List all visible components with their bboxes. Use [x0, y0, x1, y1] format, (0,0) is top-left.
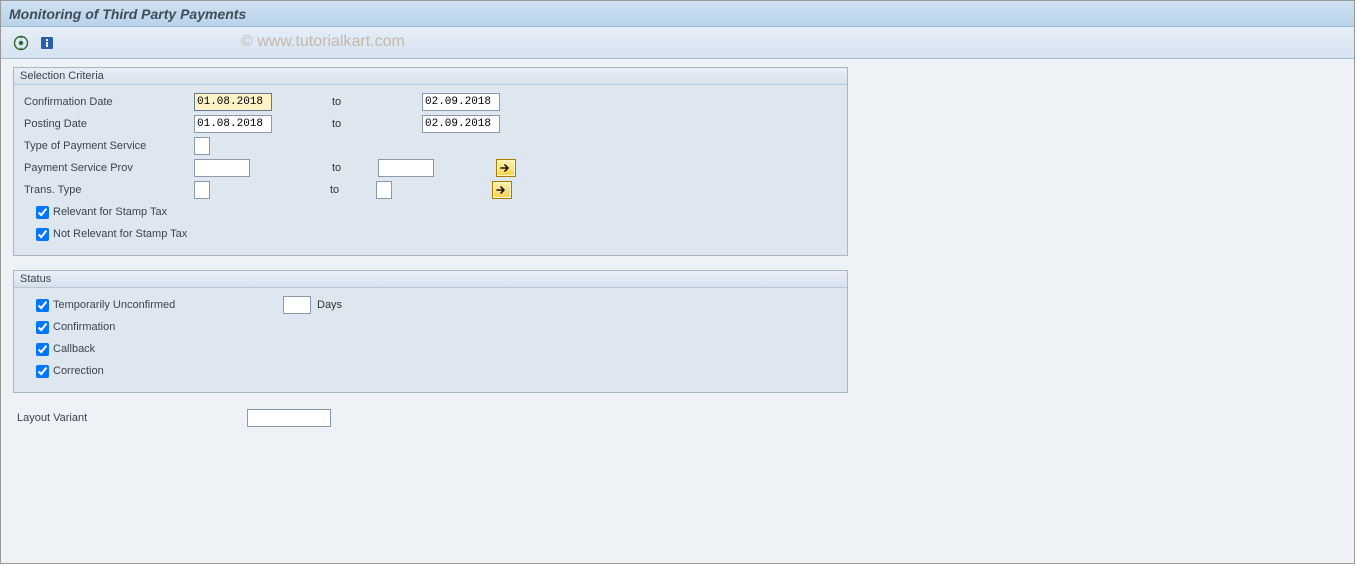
input-confirmation-date-from[interactable]: [194, 93, 272, 111]
input-posting-date-to[interactable]: [422, 115, 500, 133]
label-to-posting: to: [272, 118, 422, 130]
input-payment-service-prov-from[interactable]: [194, 159, 250, 177]
input-trans-type-to[interactable]: [376, 181, 392, 199]
row-payment-service-prov: Payment Service Prov to: [24, 157, 837, 179]
checkbox-correction[interactable]: [36, 365, 49, 378]
label-to-psp: to: [250, 162, 378, 174]
row-posting-date: Posting Date to: [24, 113, 837, 135]
arrow-right-icon: [496, 185, 508, 195]
label-not-relevant-stamp: Not Relevant for Stamp Tax: [53, 228, 187, 240]
input-payment-service-type[interactable]: [194, 137, 210, 155]
label-callback: Callback: [53, 343, 95, 355]
row-temp-unconfirmed: Temporarily Unconfirmed Days: [24, 294, 837, 316]
group-selection-criteria: Selection Criteria Confirmation Date to …: [13, 67, 848, 256]
row-payment-service-type: Type of Payment Service: [24, 135, 837, 157]
content-area: Selection Criteria Confirmation Date to …: [1, 59, 1354, 563]
label-to-confirmation: to: [272, 96, 422, 108]
app-window: Monitoring of Third Party Payments © www…: [0, 0, 1355, 564]
checkbox-confirmation[interactable]: [36, 321, 49, 334]
input-days[interactable]: [283, 296, 311, 314]
label-confirmation: Confirmation: [53, 321, 115, 333]
row-not-relevant-stamp: Not Relevant for Stamp Tax: [24, 223, 837, 245]
group-status: Status Temporarily Unconfirmed Days Conf…: [13, 270, 848, 393]
multiselect-button-trans[interactable]: [492, 181, 512, 199]
arrow-right-icon: [500, 163, 512, 173]
row-relevant-stamp: Relevant for Stamp Tax: [24, 201, 837, 223]
info-button[interactable]: [37, 33, 57, 53]
row-trans-type: Trans. Type to: [24, 179, 837, 201]
label-correction: Correction: [53, 365, 104, 377]
label-layout-variant: Layout Variant: [17, 412, 247, 424]
label-temp-unconfirmed: Temporarily Unconfirmed: [53, 299, 283, 311]
label-days: Days: [317, 299, 342, 311]
execute-icon: [13, 35, 29, 51]
watermark-text: © www.tutorialkart.com: [241, 33, 405, 51]
label-relevant-stamp: Relevant for Stamp Tax: [53, 206, 167, 218]
label-trans-type: Trans. Type: [24, 184, 194, 196]
row-callback: Callback: [24, 338, 837, 360]
label-posting-date: Posting Date: [24, 118, 194, 130]
group-legend-status: Status: [14, 271, 847, 288]
label-payment-service-prov: Payment Service Prov: [24, 162, 194, 174]
input-confirmation-date-to[interactable]: [422, 93, 500, 111]
checkbox-callback[interactable]: [36, 343, 49, 356]
info-icon: [39, 35, 55, 51]
label-confirmation-date: Confirmation Date: [24, 96, 194, 108]
toolbar: © www.tutorialkart.com: [1, 27, 1354, 59]
label-payment-service-type: Type of Payment Service: [24, 140, 194, 152]
row-layout-variant: Layout Variant: [13, 407, 848, 429]
input-posting-date-from[interactable]: [194, 115, 272, 133]
input-trans-type-from[interactable]: [194, 181, 210, 199]
row-confirmation: Confirmation: [24, 316, 837, 338]
row-correction: Correction: [24, 360, 837, 382]
checkbox-relevant-stamp[interactable]: [36, 206, 49, 219]
input-payment-service-prov-to[interactable]: [378, 159, 434, 177]
checkbox-temp-unconfirmed[interactable]: [36, 299, 49, 312]
page-title: Monitoring of Third Party Payments: [9, 6, 246, 22]
label-to-trans: to: [210, 184, 376, 196]
row-confirmation-date: Confirmation Date to: [24, 91, 837, 113]
multiselect-button-psp[interactable]: [496, 159, 516, 177]
group-legend-selection: Selection Criteria: [14, 68, 847, 85]
checkbox-not-relevant-stamp[interactable]: [36, 228, 49, 241]
execute-button[interactable]: [11, 33, 31, 53]
input-layout-variant[interactable]: [247, 409, 331, 427]
title-bar: Monitoring of Third Party Payments: [1, 1, 1354, 27]
